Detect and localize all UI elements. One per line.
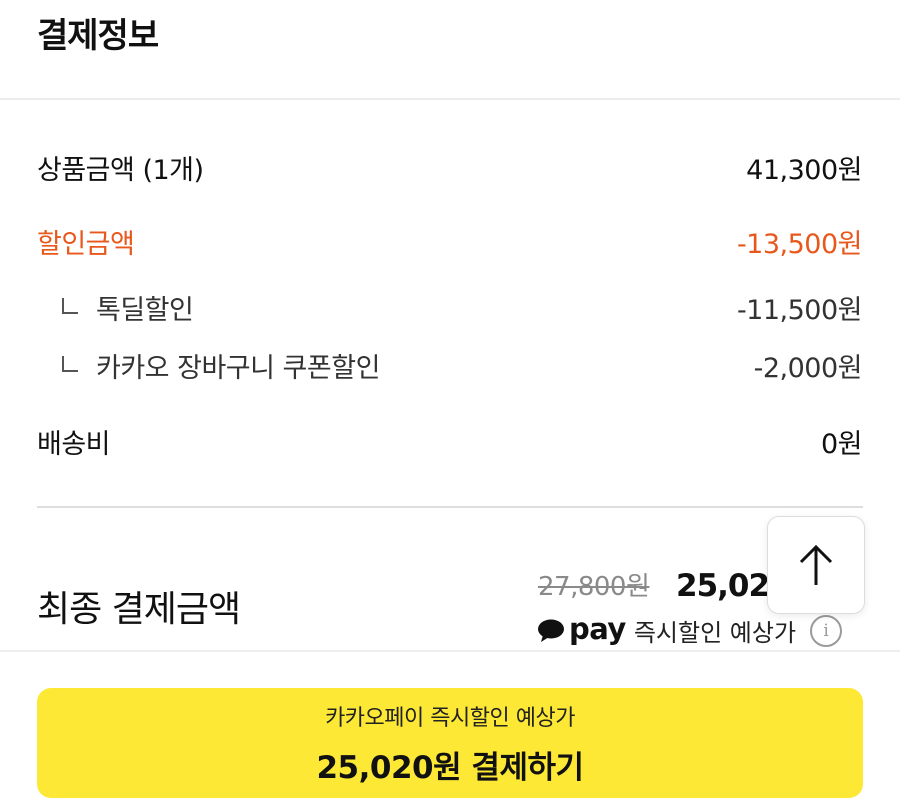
discount-item-value: -11,500원 <box>736 295 863 326</box>
section-title: 결제정보 <box>37 16 159 56</box>
sub-item-mark-icon <box>62 297 78 314</box>
pay-button-sub-label: 카카오페이 즉시할인 예상가 <box>325 705 575 731</box>
discount-item-row: 카카오 장바구니 쿠폰할인 -2,000원 <box>37 346 863 385</box>
shipping-value: 0원 <box>820 429 863 460</box>
pay-note: 즉시할인 예상가 <box>633 619 797 647</box>
product-amount-value: 41,300원 <box>746 155 862 186</box>
discount-item-label-wrap: 톡딜할인 <box>37 288 194 327</box>
original-price: 27,800원 <box>538 572 650 602</box>
arrow-up-icon <box>799 544 833 585</box>
shipping-label: 배송비 <box>37 429 111 460</box>
final-amount-label: 최종 결제금액 <box>37 589 241 630</box>
info-icon[interactable]: i <box>810 614 843 647</box>
product-amount-row: 상품금액 (1개) 41,300원 <box>37 148 862 187</box>
discount-item-label: 톡딜할인 <box>96 295 194 326</box>
speech-bubble-icon <box>538 619 564 642</box>
discount-item-row: 톡딜할인 -11,500원 <box>37 288 863 327</box>
divider <box>0 650 900 652</box>
product-amount-label: 상품금액 (1개) <box>37 155 204 186</box>
divider <box>37 506 863 508</box>
kakaopay-discount-note: pay 즉시할인 예상가 i <box>537 611 843 648</box>
discount-amount-value: -13,500원 <box>736 229 863 260</box>
pay-brand-text: pay <box>569 611 626 646</box>
discount-amount-label: 할인금액 <box>37 229 135 260</box>
payment-info-page: 결제정보 상품금액 (1개) 41,300원 할인금액 -13,500원 톡딜할… <box>0 0 900 803</box>
divider <box>0 98 900 100</box>
discount-amount-row: 할인금액 -13,500원 <box>37 222 863 261</box>
kakaopay-pay-button[interactable]: 카카오페이 즉시할인 예상가 25,020원 결제하기 <box>37 688 863 798</box>
discount-item-label: 카카오 장바구니 쿠폰할인 <box>96 353 380 384</box>
kakaopay-logo: pay <box>537 611 626 648</box>
discount-item-value: -2,000원 <box>753 353 863 384</box>
pay-button-main-label: 25,020원 결제하기 <box>316 749 584 786</box>
sub-item-mark-icon <box>62 355 78 372</box>
scroll-to-top-button[interactable] <box>767 516 865 614</box>
shipping-row: 배송비 0원 <box>37 422 863 461</box>
discount-item-label-wrap: 카카오 장바구니 쿠폰할인 <box>37 346 380 385</box>
